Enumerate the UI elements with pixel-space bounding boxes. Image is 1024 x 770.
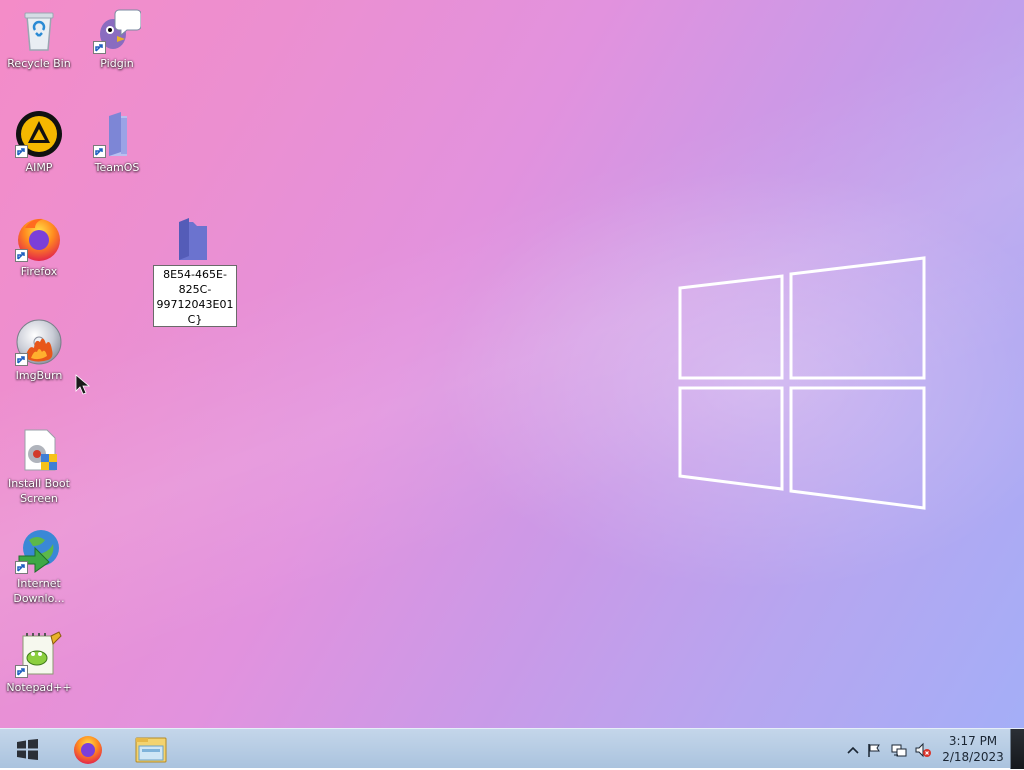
desktop-icon-aimp[interactable]: AIMP [1, 110, 77, 175]
volume-muted-icon[interactable] [915, 742, 931, 758]
shortcut-arrow-icon [15, 145, 28, 158]
shortcut-arrow-icon [93, 41, 106, 54]
teamos-folder-icon [93, 110, 141, 158]
desktop-icon-label: AIMP [25, 161, 53, 174]
taskbar-file-explorer-button[interactable] [124, 732, 176, 766]
desktop-icon-notepad-plus-plus[interactable]: Notepad++ [1, 630, 77, 695]
action-center-flag-icon[interactable] [866, 742, 882, 758]
aimp-icon [15, 110, 63, 158]
clock-time: 3:17 PM [948, 734, 998, 748]
firefox-icon [15, 214, 63, 262]
shortcut-arrow-icon [15, 353, 28, 366]
desktop-icon-label: TeamOS [94, 161, 140, 174]
shortcut-arrow-icon [15, 249, 28, 262]
desktop-icon-imgburn[interactable]: ImgBurn [1, 318, 77, 383]
notepad-plus-plus-icon [15, 630, 63, 678]
desktop[interactable]: Recycle Bin Pidgin AIMP TeamOS Firefox I… [0, 0, 1024, 728]
desktop-icon-label: ImgBurn [15, 369, 63, 382]
new-folder-icon[interactable] [171, 218, 219, 262]
system-clock[interactable]: 3:17 PM 2/18/2023 [936, 733, 1010, 765]
desktop-icon-label: Pidgin [100, 57, 134, 70]
recycle-bin-icon [15, 6, 63, 54]
desktop-icon-label: Notepad++ [6, 681, 72, 694]
taskbar: 3:17 PM 2/18/2023 [0, 728, 1024, 769]
mouse-cursor-icon [75, 374, 91, 395]
desktop-icon-recycle-bin[interactable]: Recycle Bin [1, 6, 77, 71]
desktop-icon-firefox[interactable]: Firefox [1, 214, 77, 279]
start-button[interactable] [2, 732, 54, 766]
clock-date: 2/18/2023 [942, 750, 1004, 764]
file-explorer-icon [135, 737, 167, 763]
shortcut-arrow-icon [15, 665, 28, 678]
firefox-icon [74, 736, 102, 764]
windows-start-icon [17, 739, 38, 760]
folder-rename-field[interactable]: 8E54-465E-825C-99712043E01C} [153, 265, 237, 327]
desktop-icon-install-boot-screen[interactable]: Install Boot Screen [1, 426, 77, 506]
desktop-icon-label: Install Boot Screen [8, 477, 70, 505]
show-desktop-button[interactable] [1010, 729, 1024, 769]
network-icon[interactable] [891, 742, 907, 758]
show-hidden-icons-icon[interactable] [845, 742, 861, 758]
desktop-icon-internet-download-manager[interactable]: Internet Downlo... [1, 526, 77, 606]
desktop-icon-label: Internet Downlo... [13, 577, 65, 605]
taskbar-firefox-button[interactable] [62, 732, 114, 766]
desktop-icon-label: Firefox [20, 265, 58, 278]
internet-download-manager-icon [15, 526, 63, 574]
shortcut-arrow-icon [15, 561, 28, 574]
installer-package-icon [15, 426, 63, 474]
shortcut-arrow-icon [93, 145, 106, 158]
desktop-icon-teamos[interactable]: TeamOS [79, 110, 155, 175]
imgburn-disc-icon [15, 318, 63, 366]
desktop-icon-pidgin[interactable]: Pidgin [79, 6, 155, 71]
desktop-icon-label: Recycle Bin [7, 57, 71, 70]
pidgin-icon [93, 6, 142, 54]
